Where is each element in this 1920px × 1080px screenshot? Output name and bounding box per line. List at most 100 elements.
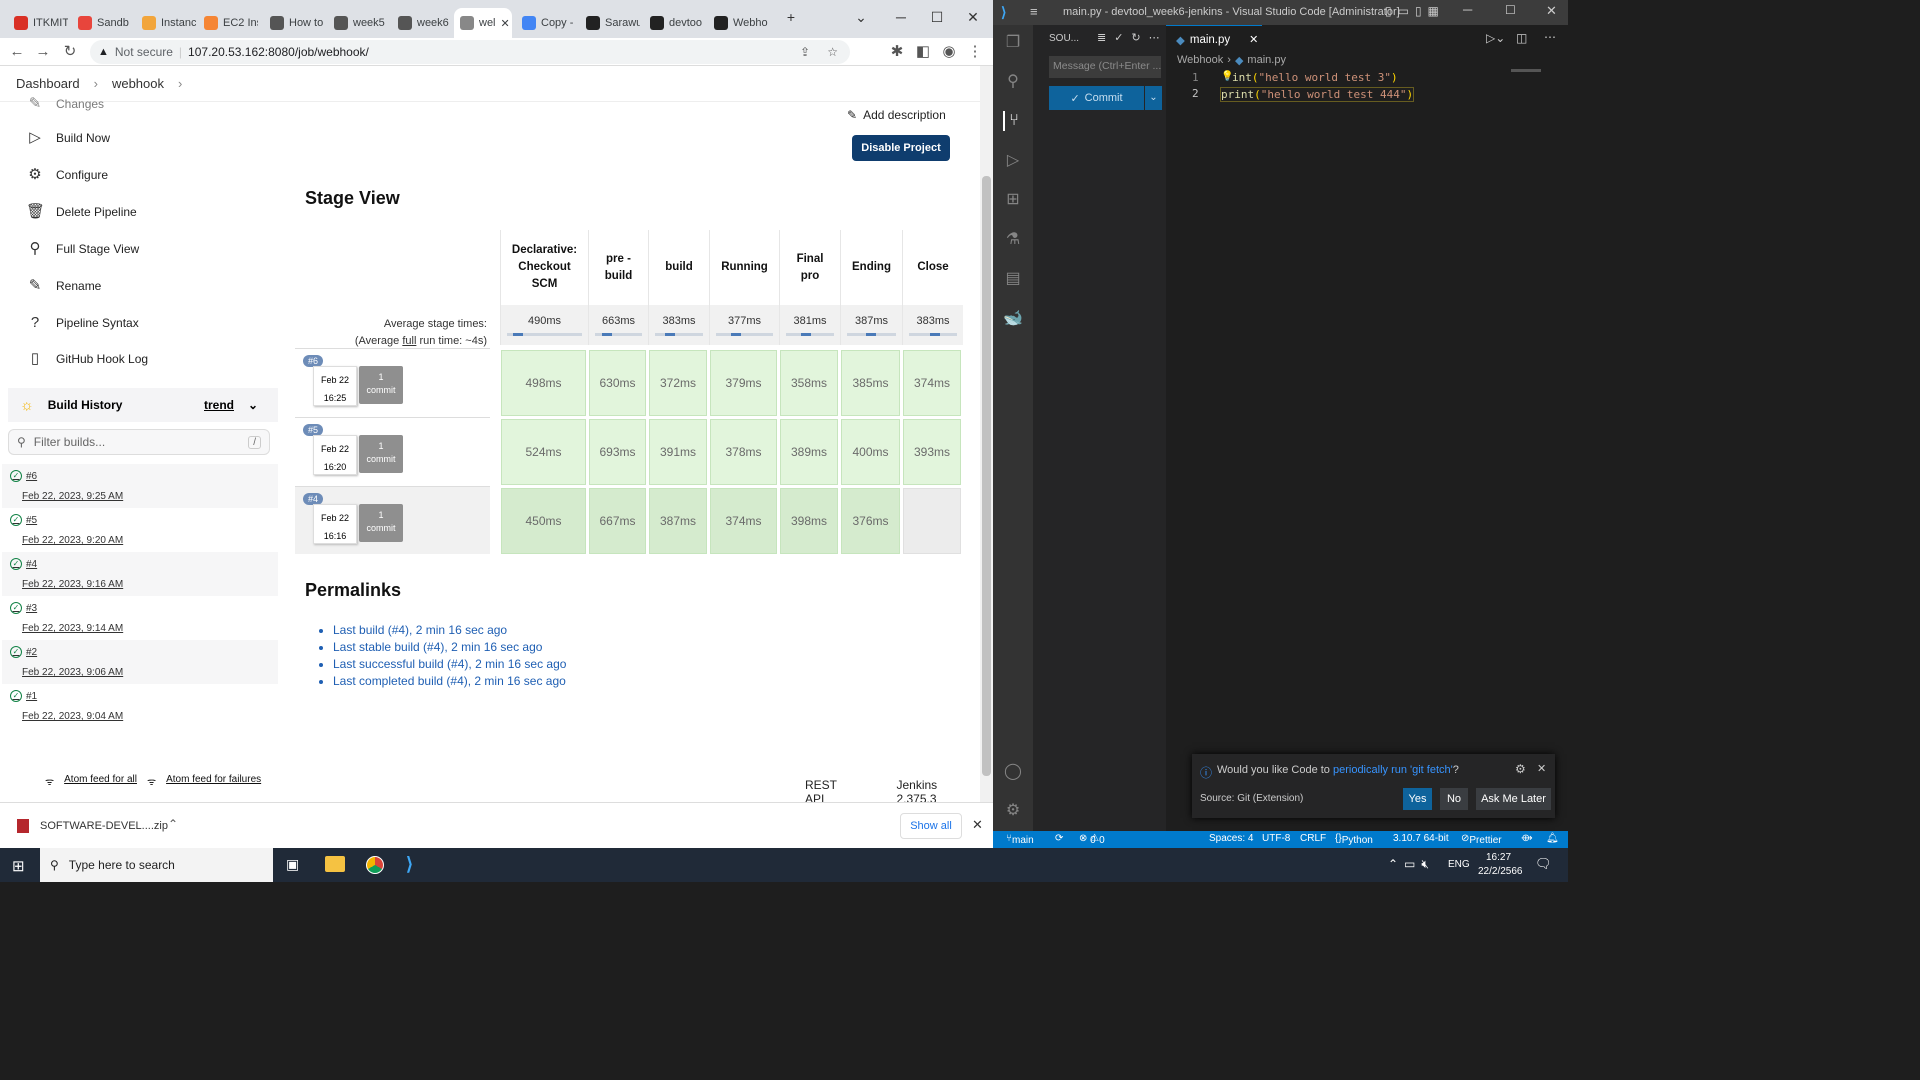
browser-tab[interactable]: Webho xyxy=(708,8,768,38)
windows-start-icon[interactable]: ⊞ xyxy=(12,857,25,875)
close-icon[interactable]: ✕ xyxy=(1546,3,1557,19)
commit-message-input[interactable]: Message (Ctrl+Enter ... xyxy=(1049,56,1161,78)
address-bar[interactable]: ▲ Not secure | 107.20.53.162:8080/job/we… xyxy=(90,40,850,64)
maximize-icon[interactable]: ☐ xyxy=(926,6,948,28)
url-text[interactable]: 107.20.53.162:8080/job/webhook/ xyxy=(188,45,369,59)
stage-cell[interactable]: 372ms xyxy=(649,350,707,416)
build-date-link[interactable]: Feb 22, 2023, 9:06 AM xyxy=(22,667,123,678)
browser-tab[interactable]: Instanc xyxy=(136,8,196,38)
sidebar-item-build-now[interactable]: ▷ Build Now xyxy=(26,126,110,150)
build-history-row[interactable]: ✓ #2 Feb 22, 2023, 9:06 AM xyxy=(2,640,278,684)
code-line-1[interactable]: 1 💡 int("hello world test 3") xyxy=(1166,71,1546,87)
close-window-icon[interactable]: ✕ xyxy=(962,6,984,28)
browser-tab[interactable]: How to xyxy=(264,8,324,38)
jenkins-version[interactable]: Jenkins 2.375.3 xyxy=(896,778,980,802)
build-number-link[interactable]: ✓ #3 xyxy=(10,602,37,614)
live-share-icon[interactable]: ⟴ xyxy=(1521,833,1533,844)
sidebar-item-full-stage-view[interactable]: ⚲ Full Stage View xyxy=(26,237,140,261)
sync-icon[interactable]: ⟳ xyxy=(1055,833,1063,844)
run-info[interactable]: #4 Feb 22 16:16 1 commit xyxy=(295,486,490,554)
explorer-icon[interactable]: ❐ xyxy=(1003,33,1023,53)
atom-feed-failures-link[interactable]: Atom feed for failures xyxy=(166,774,261,788)
browser-tab[interactable]: EC2 Ins xyxy=(198,8,258,38)
code-line-2[interactable]: 2 print("hello world test 444") xyxy=(1166,87,1546,103)
interpreter-status[interactable]: 3.10.7 64-bit xyxy=(1393,833,1449,844)
browser-tab[interactable]: wel ✕ xyxy=(454,8,512,38)
sidebar-item-configure[interactable]: ⚙ Configure xyxy=(26,163,108,187)
stage-cell[interactable]: 524ms xyxy=(501,419,586,485)
commit-dropdown-button[interactable]: ⌄ xyxy=(1145,86,1162,110)
permalink-last-stable[interactable]: Last stable build (#4), 2 min 16 sec ago xyxy=(333,639,566,656)
stage-cell[interactable]: 450ms xyxy=(501,488,586,554)
sidebar-item-pipeline-syntax[interactable]: ? Pipeline Syntax xyxy=(26,311,139,335)
language-indicator[interactable]: ENG xyxy=(1448,859,1470,870)
build-number-link[interactable]: ✓ #1 xyxy=(10,690,37,702)
build-date-link[interactable]: Feb 22, 2023, 9:16 AM xyxy=(22,579,123,590)
build-history-row[interactable]: ✓ #1 Feb 22, 2023, 9:04 AM xyxy=(2,684,278,728)
stage-cell[interactable]: 374ms xyxy=(903,350,961,416)
extensions-icon[interactable]: ✱ xyxy=(886,41,908,63)
stage-cell[interactable]: 498ms xyxy=(501,350,586,416)
layout-icons[interactable]: ▯▭▯▦ xyxy=(1385,4,1445,18)
minimize-icon[interactable]: ─ xyxy=(1463,2,1472,17)
search-icon[interactable]: ⚲ xyxy=(1003,72,1023,92)
browser-tab[interactable]: week6 xyxy=(392,8,452,38)
tray-icons[interactable]: ⌃▭🔇︎ xyxy=(1388,857,1435,872)
permalink-last-completed[interactable]: Last completed build (#4), 2 min 16 sec … xyxy=(333,673,566,690)
profile-avatar[interactable]: ◉ xyxy=(938,41,960,63)
bookmark-star-icon[interactable]: ☆ xyxy=(827,45,838,59)
stage-cell[interactable]: 379ms xyxy=(710,350,777,416)
account-icon[interactable]: ◯ xyxy=(1003,762,1023,782)
sidebar-item-changes[interactable]: ✎ Changes xyxy=(26,92,104,116)
stage-cell[interactable]: 400ms xyxy=(841,419,900,485)
task-view-icon[interactable]: ▣ xyxy=(286,856,299,873)
docker-icon[interactable]: 🐋 xyxy=(1003,309,1023,329)
commit-button[interactable]: ✓ Commit xyxy=(1049,86,1144,110)
language-status[interactable]: {} Python xyxy=(1335,833,1373,846)
avg-full-link[interactable]: full xyxy=(402,335,416,347)
tab-search-icon[interactable]: ⌄ xyxy=(850,6,872,28)
run-info[interactable]: #6 Feb 22 16:25 1 commit xyxy=(295,348,490,416)
breadcrumb-folder[interactable]: Webhook xyxy=(1177,54,1223,67)
scm-actions-icons[interactable]: ≣✓↻⋯ xyxy=(1097,31,1168,44)
stage-cell[interactable]: 391ms xyxy=(649,419,707,485)
stage-cell[interactable]: 667ms xyxy=(589,488,646,554)
browser-tab[interactable]: ITKMIT xyxy=(8,8,68,38)
build-history-row[interactable]: ✓ #6 Feb 22, 2023, 9:25 AM xyxy=(2,464,278,508)
remote-explorer-icon[interactable]: ▤ xyxy=(1003,269,1023,289)
vscode-taskbar-icon[interactable]: ⟩ xyxy=(406,854,413,875)
build-number-link[interactable]: ✓ #2 xyxy=(10,646,37,658)
stage-cell[interactable]: 378ms xyxy=(710,419,777,485)
menu-kebab-icon[interactable]: ⋮ xyxy=(964,41,986,63)
back-arrow-icon[interactable]: ← xyxy=(6,41,28,63)
stage-cell[interactable]: 389ms xyxy=(780,419,838,485)
close-icon[interactable]: ✕ xyxy=(1537,762,1546,775)
share-icon[interactable]: ⇪ xyxy=(800,45,810,59)
notification-center-icon[interactable]: 🗨︎ xyxy=(1535,856,1552,872)
browser-tab[interactable]: week5 xyxy=(328,8,388,38)
chrome-icon[interactable] xyxy=(366,856,384,874)
breadcrumb-dashboard[interactable]: Dashboard xyxy=(16,76,80,91)
close-icon[interactable]: ✕ xyxy=(1249,33,1258,46)
sidebar-item-github-hook-log[interactable]: ▯ GitHub Hook Log xyxy=(26,347,148,371)
notifications-bell-icon[interactable]: 🔔︎ xyxy=(1546,833,1559,844)
ask-me-later-button[interactable]: Ask Me Later xyxy=(1476,788,1551,810)
permalink-last-successful[interactable]: Last successful build (#4), 2 min 16 sec… xyxy=(333,656,566,673)
build-number-link[interactable]: ✓ #6 xyxy=(10,470,37,482)
stage-cell[interactable]: 393ms xyxy=(903,419,961,485)
stage-cell[interactable]: 398ms xyxy=(780,488,838,554)
taskbar-search-box[interactable]: ⚲ Type here to search xyxy=(40,848,273,882)
clock-date[interactable]: 22/2/2566 xyxy=(1478,866,1523,877)
forward-arrow-icon[interactable]: → xyxy=(32,41,54,63)
minimize-icon[interactable]: ─ xyxy=(890,6,912,28)
gear-icon[interactable]: ⚙ xyxy=(1515,762,1526,776)
build-date-link[interactable]: Feb 22, 2023, 9:25 AM xyxy=(22,491,123,502)
commit-count-badge[interactable]: 1 commit xyxy=(359,504,403,542)
show-all-button[interactable]: Show all xyxy=(900,813,962,839)
testing-flask-icon[interactable]: ⚗ xyxy=(1003,230,1023,250)
scrollbar-thumb[interactable] xyxy=(982,176,991,776)
yes-button[interactable]: Yes xyxy=(1403,788,1432,810)
build-date-link[interactable]: Feb 22, 2023, 9:20 AM xyxy=(22,535,123,546)
trend-link[interactable]: trend xyxy=(204,398,234,412)
branch-status[interactable]: ⑂ main xyxy=(1006,833,1034,846)
